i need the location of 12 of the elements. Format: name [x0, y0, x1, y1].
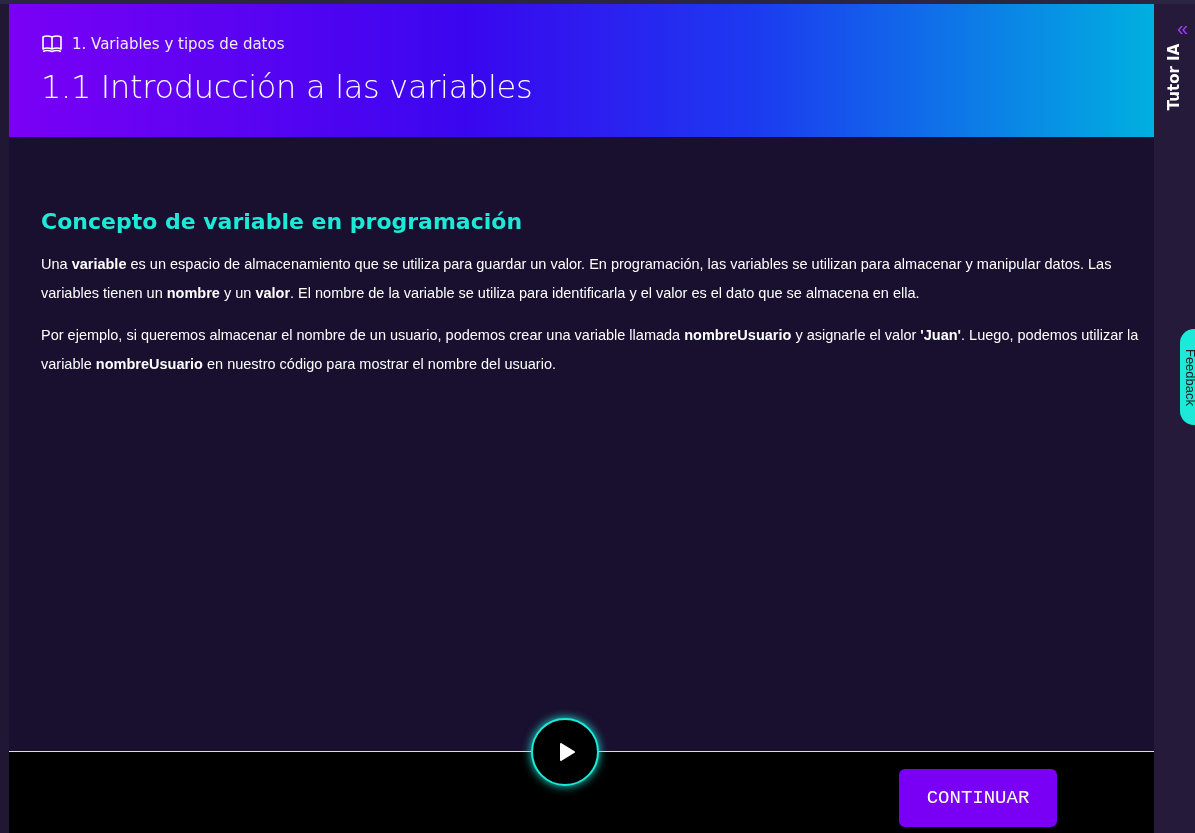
continue-button[interactable]: CONTINUAR [899, 768, 1057, 827]
play-button[interactable] [531, 718, 599, 786]
collapse-button[interactable]: « [1176, 18, 1189, 38]
breadcrumb-text: 1. Variables y tipos de datos [72, 35, 285, 53]
section-heading: Concepto de variable en programación [41, 209, 524, 234]
lesson-title: 1.1 Introducción a las variables [41, 68, 534, 106]
play-icon [559, 743, 575, 761]
paragraph: Una variable es un espacio de almacenamiento que se utiliza para guardar un valor. En programación, las variables se utilizan para almacenar y manipular datos. Las variables tienen un nombre y un valor. El nombre de la variable se utiliza para identificarla y el valor es el dato que se almacena en ella. [41, 255, 1113, 303]
paragraph: Por ejemplo, si queremos almacenar el nombre de un usuario, podemos crear una variable llamada nombreUsuario y asignarle el valor 'Juan'. Luego, podemos utilizar la variable nombreUsuario en nuestro código para mostrar el nombre del usuario. [41, 326, 1140, 374]
tutor-tab[interactable]: Tutor IA [1165, 43, 1184, 111]
feedback-tab[interactable]: Feedback [1180, 329, 1195, 425]
book-icon [41, 34, 63, 54]
